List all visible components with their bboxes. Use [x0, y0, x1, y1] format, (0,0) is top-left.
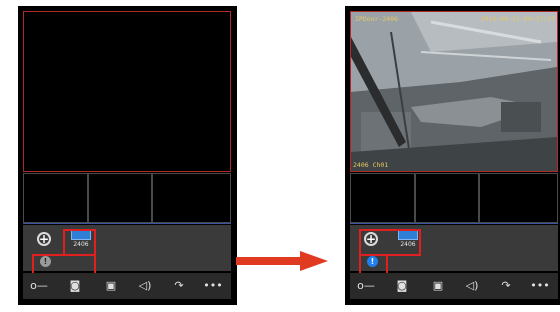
speaker-icon[interactable]: ◁)	[462, 276, 482, 296]
divider	[23, 223, 231, 224]
channel-overlay: 2406 Ch01	[353, 161, 389, 169]
divider	[350, 223, 558, 224]
record-icon[interactable]: ▣	[101, 276, 121, 296]
phone-screen-after: IPDoor-2406 2014-04-21 04:37:37 2406 Ch0…	[345, 6, 560, 305]
more-icon[interactable]: •••	[530, 276, 550, 296]
phone-screen-before: + 2406 ! o— ◙ ▣ ◁) ↷ •••	[18, 6, 237, 305]
unlock-key-icon[interactable]: o—	[29, 276, 49, 296]
camera-name-overlay: IPDoor-2406	[355, 15, 399, 23]
camera-icon[interactable]: ◙	[65, 276, 85, 296]
more-icon[interactable]: •••	[203, 276, 223, 296]
thumbnail-slot[interactable]	[350, 173, 415, 223]
thumbnail-slot[interactable]	[415, 173, 479, 223]
camera-icon[interactable]: ◙	[392, 276, 412, 296]
highlight-box	[63, 229, 96, 256]
record-icon[interactable]: ▣	[428, 276, 448, 296]
thumbnail-slot[interactable]	[152, 173, 231, 223]
highlight-box	[359, 229, 421, 256]
camera-feed	[351, 12, 557, 171]
bottom-toolbar: o— ◙ ▣ ◁) ↷ •••	[23, 273, 231, 299]
speaker-icon[interactable]: ◁)	[135, 276, 155, 296]
thumbnail-slot[interactable]	[88, 173, 152, 223]
unlock-key-icon[interactable]: o—	[356, 276, 376, 296]
thumbnail-strip	[23, 173, 231, 223]
main-video-view[interactable]	[23, 11, 231, 172]
thumbnail-strip	[350, 173, 558, 223]
hangup-icon[interactable]: ↷	[169, 276, 189, 296]
bottom-toolbar: o— ◙ ▣ ◁) ↷ •••	[350, 273, 558, 299]
timestamp-overlay: 2014-04-21 04:37:37	[480, 15, 555, 23]
hangup-icon[interactable]: ↷	[496, 276, 516, 296]
transition-arrow-icon	[236, 251, 328, 271]
main-video-view[interactable]: IPDoor-2406 2014-04-21 04:37:37 2406 Ch0…	[350, 11, 558, 172]
thumbnail-slot[interactable]	[23, 173, 88, 223]
add-device-icon[interactable]: +	[37, 232, 51, 246]
thumbnail-slot[interactable]	[479, 173, 558, 223]
